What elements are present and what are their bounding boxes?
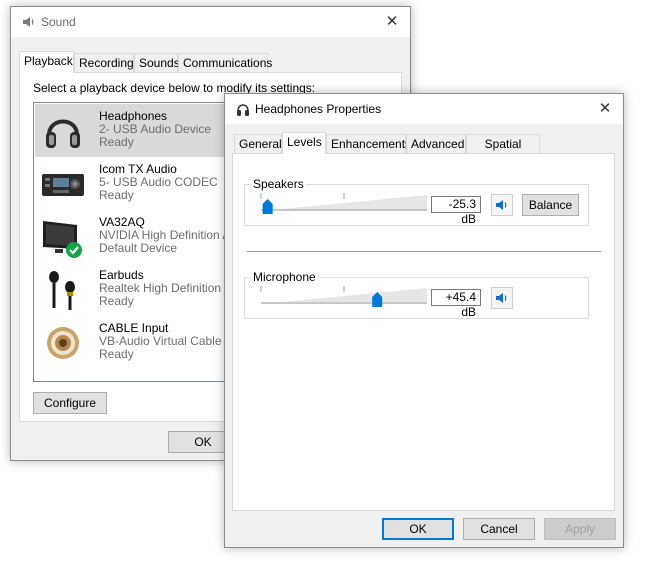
sound-window-title: Sound xyxy=(41,15,76,29)
headphones-properties-window: Headphones Properties ✕ General Levels E… xyxy=(224,93,624,548)
device-status: Ready xyxy=(99,188,134,202)
tab-recording[interactable]: Recording xyxy=(74,53,134,73)
device-status: Default Device xyxy=(99,241,178,255)
device-description: Realtek High Definition A xyxy=(99,281,232,295)
sound-titlebar[interactable]: Sound ✕ xyxy=(11,7,410,37)
microphone-label: Microphone xyxy=(251,270,318,284)
microphone-mute-button[interactable] xyxy=(491,287,513,309)
device-name: Earbuds xyxy=(99,268,144,282)
levels-panel: Speakers -25.3 dB Balance Microphone +45… xyxy=(232,153,615,511)
speakers-level-value[interactable]: -25.3 dB xyxy=(431,196,481,226)
slider-track xyxy=(261,209,427,211)
speakers-group: Speakers -25.3 dB Balance xyxy=(244,177,589,226)
device-status: Ready xyxy=(99,347,134,361)
device-name: VA32AQ xyxy=(99,215,145,229)
properties-cancel-button[interactable]: Cancel xyxy=(463,518,535,540)
device-description: 2- USB Audio Device xyxy=(99,122,212,136)
headphones-icon xyxy=(237,104,249,116)
speaker-icon xyxy=(23,17,34,27)
tab-playback[interactable]: Playback xyxy=(19,51,74,73)
device-status: Ready xyxy=(99,135,134,149)
tab-enhancements[interactable]: Enhancements xyxy=(326,134,411,154)
device-description: NVIDIA High Definition A xyxy=(99,228,231,242)
properties-window-title: Headphones Properties xyxy=(255,102,382,116)
levels-separator xyxy=(247,251,601,252)
speaker-volume-icon xyxy=(496,293,507,303)
headphones-icon xyxy=(46,119,80,148)
balance-button[interactable]: Balance xyxy=(522,194,579,216)
sound-close-button[interactable]: ✕ xyxy=(374,7,410,37)
speakers-volume-slider[interactable] xyxy=(257,191,431,217)
properties-titlebar[interactable]: Headphones Properties ✕ xyxy=(225,94,623,124)
properties-apply-button[interactable]: Apply xyxy=(544,518,616,540)
device-name: Headphones xyxy=(99,109,168,123)
rca-cable-icon xyxy=(47,327,79,359)
device-description: VB-Audio Virtual Cable xyxy=(99,334,222,348)
monitor-icon xyxy=(43,221,82,258)
earbuds-icon xyxy=(49,271,75,310)
tab-spatial-sound[interactable]: Spatial sound xyxy=(466,134,540,169)
device-name: Icom TX Audio xyxy=(99,162,177,176)
radio-transceiver-icon xyxy=(42,174,84,196)
speakers-mute-button[interactable] xyxy=(491,194,513,216)
configure-button[interactable]: Configure xyxy=(33,392,107,414)
device-status: Ready xyxy=(99,294,134,308)
slider-thumb xyxy=(262,199,273,214)
slider-track xyxy=(261,302,427,304)
tab-communications[interactable]: Communications xyxy=(178,53,272,73)
properties-ok-button[interactable]: OK xyxy=(382,518,454,540)
speakers-label: Speakers xyxy=(251,177,306,191)
tab-levels[interactable]: Levels xyxy=(282,132,326,154)
device-description: 5- USB Audio CODEC xyxy=(99,175,218,189)
microphone-level-value[interactable]: +45.4 dB xyxy=(431,289,481,319)
device-name: CABLE Input xyxy=(99,321,169,335)
microphone-volume-slider[interactable] xyxy=(257,284,431,310)
properties-close-button[interactable]: ✕ xyxy=(587,94,623,124)
tab-advanced[interactable]: Advanced xyxy=(406,134,466,154)
microphone-group: Microphone +45.4 dB xyxy=(244,270,589,319)
speaker-volume-icon xyxy=(496,200,507,210)
tab-sounds[interactable]: Sounds xyxy=(134,53,180,73)
tab-general[interactable]: General xyxy=(234,134,282,154)
